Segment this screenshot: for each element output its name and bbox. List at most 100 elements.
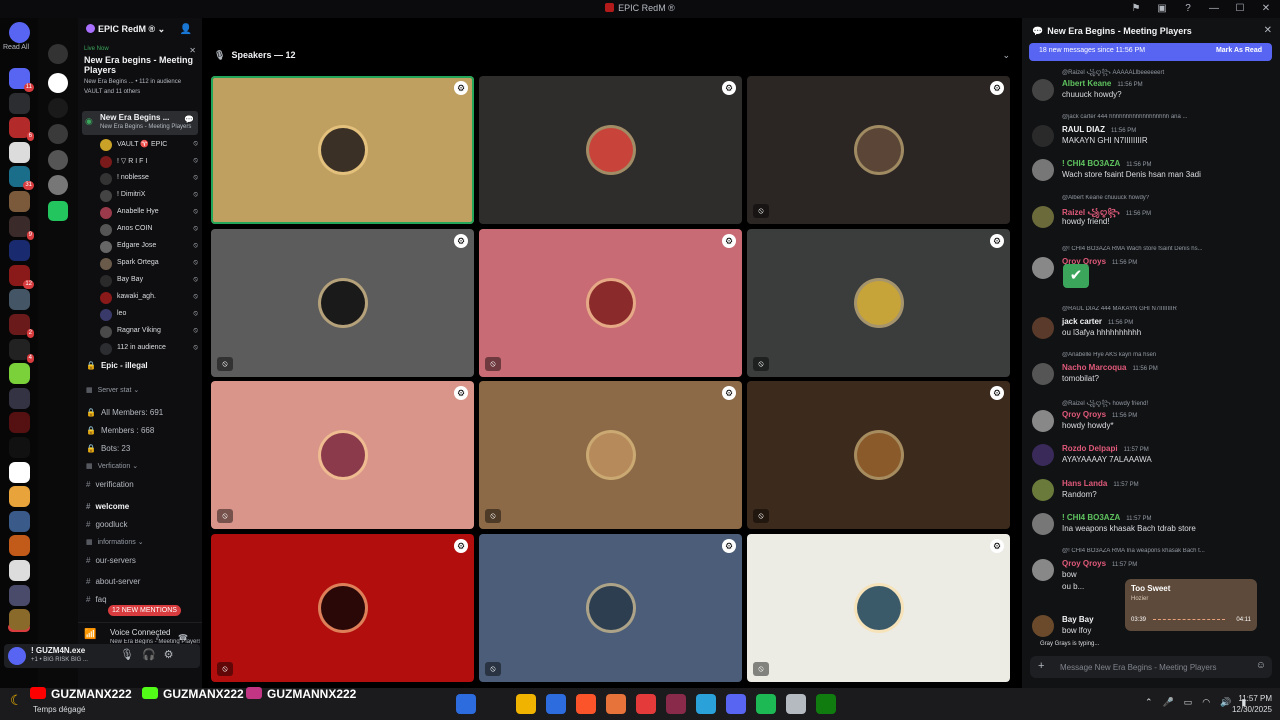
tray-chevron-icon[interactable]: ⌃: [1145, 697, 1153, 708]
channel-item[interactable]: 🔒 Epic - illegal: [86, 361, 148, 370]
invite-icon[interactable]: 👤: [180, 24, 192, 35]
tray-volume-icon[interactable]: 🔊: [1220, 697, 1231, 708]
reply-preview[interactable]: @jack carter 444 hhhhhhhhhhhhhhhhhh ana …: [1062, 114, 1272, 120]
taskbar-app-icon[interactable]: [816, 694, 836, 714]
voice-user[interactable]: Anos COIN ⦸: [100, 222, 200, 239]
speaker-tile[interactable]: ⚙ ⦸: [747, 76, 1010, 224]
taskbar-app-icon[interactable]: [606, 694, 626, 714]
tile-options-icon[interactable]: ⚙: [990, 234, 1004, 248]
server-icon[interactable]: [9, 535, 30, 557]
server-icon[interactable]: [9, 289, 30, 311]
voice-user[interactable]: Anabelle Hye ⦸: [100, 205, 200, 222]
close-chat-icon[interactable]: ✕: [1264, 25, 1272, 36]
voice-channel-item[interactable]: ◉ New Era Begins ... New Era Begins - Me…: [82, 111, 198, 135]
message-author[interactable]: Albert Keane 11:56 PM: [1062, 79, 1143, 88]
message-input[interactable]: [1060, 660, 1240, 674]
message-avatar[interactable]: [1032, 125, 1054, 147]
voice-user[interactable]: ! DimitriX ⦸: [100, 188, 200, 205]
tray-wifi-icon[interactable]: ◠: [1202, 697, 1210, 708]
message-avatar[interactable]: [1032, 615, 1054, 637]
avatar[interactable]: [8, 647, 26, 665]
channel-item[interactable]: 🔒 All Members: 691: [86, 408, 163, 417]
message-author[interactable]: RAUL DIAZ 11:56 PM: [1062, 125, 1136, 134]
server-icon[interactable]: [9, 437, 30, 458]
server-icon[interactable]: [9, 609, 30, 631]
speaker-tile[interactable]: ⚙ ⦸: [211, 381, 474, 529]
speaker-tile[interactable]: ⚙ ⦸: [479, 381, 742, 529]
taskbar-app-icon[interactable]: [756, 694, 776, 714]
server-icon[interactable]: [9, 387, 30, 409]
taskbar-app-icon[interactable]: [636, 694, 656, 714]
tile-options-icon[interactable]: ⚙: [722, 386, 736, 400]
server-icon[interactable]: [9, 560, 30, 581]
server-icon[interactable]: [9, 191, 30, 212]
speaker-tile[interactable]: ⚙ ⦸: [479, 229, 742, 377]
mark-as-read-button[interactable]: Mark As Read: [1216, 47, 1262, 54]
maximize-button[interactable]: ☐: [1232, 2, 1248, 16]
message-author[interactable]: ! CHI4 BO3AZA 11:56 PM: [1062, 159, 1151, 168]
message-author[interactable]: Rozdo Delpapi 11:57 PM: [1062, 444, 1149, 453]
voice-user[interactable]: VAULT ♈ EPIC ⦸: [100, 137, 200, 154]
message-author[interactable]: Nacho Marcoqua 11:56 PM: [1062, 363, 1158, 372]
signal-icon[interactable]: 📶: [84, 629, 96, 640]
chat-icon[interactable]: 💬: [184, 115, 194, 124]
taskbar-app-icon[interactable]: [726, 694, 746, 714]
server-name[interactable]: EPIC RedM ® ⌄: [86, 24, 165, 35]
server-icon[interactable]: 9: [9, 215, 34, 240]
tile-options-icon[interactable]: ⚙: [990, 81, 1004, 95]
tile-options-icon[interactable]: ⚙: [454, 234, 468, 248]
tile-options-icon[interactable]: ⚙: [454, 81, 468, 95]
speaker-tile[interactable]: ⚙ ⦸: [211, 534, 474, 682]
minimize-button[interactable]: —: [1206, 2, 1222, 16]
message-avatar[interactable]: [1032, 479, 1054, 501]
emoji-icon[interactable]: ☺: [1256, 660, 1266, 671]
now-playing-widget[interactable]: Too Sweet Hozier 03:39 04:11: [1125, 579, 1257, 631]
channel-item[interactable]: # goodluck: [86, 520, 127, 529]
message-author[interactable]: Qroy Qroys 11:57 PM: [1062, 559, 1137, 568]
reply-preview[interactable]: @! CHI4 BO3AZA RMA Wach store fsaint Den…: [1062, 246, 1272, 252]
server-icon[interactable]: [9, 92, 30, 114]
attach-plus-icon[interactable]: +: [1038, 660, 1044, 672]
taskbar-app-icon[interactable]: [576, 694, 596, 714]
close-window-button[interactable]: ✕: [1258, 2, 1274, 16]
channel-item[interactable]: ▦ Verfication ⌄: [86, 462, 138, 470]
tile-options-icon[interactable]: ⚙: [454, 386, 468, 400]
taskbar-app-icon[interactable]: [696, 694, 716, 714]
folder-avatar[interactable]: [48, 175, 68, 195]
folder-avatar[interactable]: [48, 98, 68, 118]
live-now-card[interactable]: Live Now ✕ New Era begins - Meeting Play…: [84, 46, 196, 110]
message-author[interactable]: Qroy Qroys 11:56 PM: [1062, 410, 1137, 419]
voice-user[interactable]: ! ▽ R I F I ⦸: [100, 154, 200, 171]
speaker-tile[interactable]: ⚙: [211, 76, 474, 224]
folder-avatar[interactable]: [48, 150, 68, 170]
weather-moon-icon[interactable]: ☾: [10, 692, 23, 709]
server-icon[interactable]: 4: [9, 338, 34, 363]
voice-user[interactable]: 112 in audience ⦸: [100, 341, 200, 358]
folder-avatar[interactable]: [48, 201, 68, 221]
voice-user[interactable]: Edgare Jose ⦸: [100, 239, 200, 256]
voice-user[interactable]: ! noblesse ⦸: [100, 171, 200, 188]
tile-options-icon[interactable]: ⚙: [990, 386, 1004, 400]
server-icon[interactable]: 12: [9, 264, 34, 289]
reply-preview[interactable]: @RAUL DIAZ 444 MAKAYN GHI N7IIIIIIIIR: [1062, 306, 1272, 312]
server-icon[interactable]: [9, 486, 30, 508]
tile-options-icon[interactable]: ⚙: [990, 539, 1004, 553]
home-button[interactable]: [9, 22, 30, 43]
taskbar-app-icon[interactable]: [456, 694, 476, 714]
tile-options-icon[interactable]: ⚙: [722, 539, 736, 553]
message-avatar[interactable]: [1032, 559, 1054, 581]
inbox-flag-icon[interactable]: ⚑: [1128, 2, 1144, 16]
close-icon[interactable]: ✕: [189, 46, 196, 55]
voice-user[interactable]: Spark Ortega ⦸: [100, 256, 200, 273]
channel-item[interactable]: # faq: [86, 595, 107, 604]
taskbar-app-icon[interactable]: [516, 694, 536, 714]
message-avatar[interactable]: [1032, 317, 1054, 339]
server-icon[interactable]: [9, 510, 30, 532]
server-icon[interactable]: 31: [9, 166, 34, 191]
message-author[interactable]: Bay Bay: [1062, 615, 1094, 624]
clock[interactable]: 11:57 PM 12/30/2025: [1232, 693, 1272, 715]
tile-options-icon[interactable]: ⚙: [722, 234, 736, 248]
song-waveform[interactable]: [1153, 619, 1225, 624]
voice-user[interactable]: Bay Bay ⦸: [100, 273, 200, 290]
reply-preview[interactable]: @Albert Keane chuuuck howdy?: [1062, 195, 1272, 201]
